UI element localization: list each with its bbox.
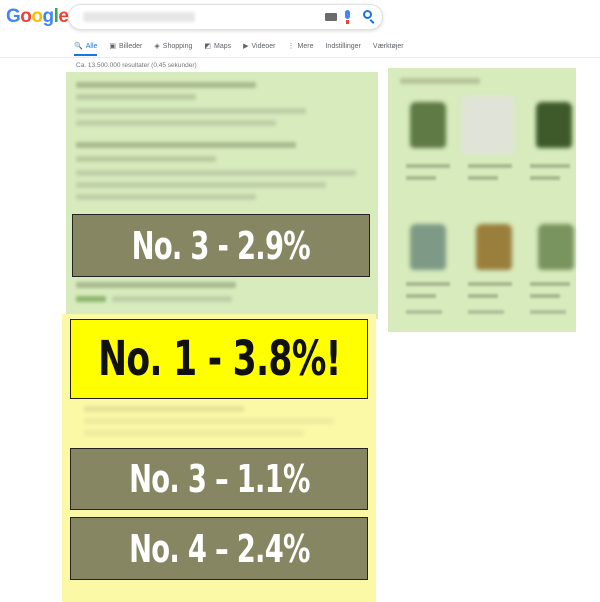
blurred-result-snippet <box>76 108 306 114</box>
blurred-result-snippet <box>76 194 256 200</box>
blurred-result-title[interactable] <box>76 82 256 88</box>
play-icon: ▶ <box>243 43 249 50</box>
heatmap-label-text: No. 4 – 2.4% <box>128 526 310 571</box>
blurred-result-snippet <box>76 182 326 188</box>
tab-label: Videoer <box>251 42 276 50</box>
product-image[interactable] <box>538 224 574 270</box>
blurred-panel-title <box>400 78 480 84</box>
heatmap-label-top-left: No. 3 - 2.9% <box>72 214 370 277</box>
google-logo[interactable]: Google <box>6 6 69 28</box>
product-image[interactable] <box>410 102 446 148</box>
logo-letter: G <box>6 6 21 27</box>
tab-shopping[interactable]: ◈ Shopping <box>154 38 192 54</box>
product-label <box>406 164 450 168</box>
search-input[interactable] <box>68 4 383 30</box>
product-image[interactable] <box>476 224 512 270</box>
product-label <box>530 164 570 168</box>
header-divider <box>0 57 600 58</box>
heatmap-organic-top <box>66 72 378 319</box>
heatmap-label-text: No. 3 – 1.1% <box>128 457 310 501</box>
product-image[interactable] <box>536 102 572 148</box>
tab-label: Shopping <box>162 42 193 50</box>
logo-letter: e <box>58 6 69 27</box>
blurred-query <box>83 12 195 22</box>
tab-label: Mere <box>297 42 314 50</box>
heatmap-label-top-ad: No. 1 - 3.8%! <box>70 319 368 399</box>
tab-maps[interactable]: ◩ Maps <box>204 38 231 54</box>
logo-letter: o <box>31 6 43 27</box>
blurred-result-snippet <box>76 170 356 176</box>
keyboard-icon[interactable] <box>325 13 337 21</box>
blurred-result-title[interactable] <box>84 406 244 412</box>
tag-icon: ◈ <box>154 43 160 50</box>
product-image[interactable] <box>462 96 514 154</box>
product-label <box>468 176 498 180</box>
tab-vaerktoejer[interactable]: Værktøjer <box>373 38 404 54</box>
product-label <box>406 294 436 298</box>
tab-videoer[interactable]: ▶ Videoer <box>243 38 275 54</box>
product-label <box>530 294 560 298</box>
blurred-result-url <box>76 296 106 302</box>
logo-letter: o <box>20 6 32 27</box>
product-label <box>406 176 436 180</box>
product-label <box>468 282 512 286</box>
product-label <box>406 310 442 314</box>
product-label <box>468 294 498 298</box>
heatmap-label-text: No. 1 - 3.8%! <box>97 331 341 387</box>
product-image[interactable] <box>410 224 446 270</box>
tab-indstillinger[interactable]: Indstillinger <box>325 38 360 54</box>
more-icon: ⋮ <box>287 43 295 50</box>
heatmap-label-bottom: No. 4 – 2.4% <box>70 517 368 580</box>
tab-billeder[interactable]: ▣ Billeder <box>109 38 142 54</box>
heatmap-shopping-panel <box>388 68 576 332</box>
tab-label: Indstillinger <box>325 42 361 50</box>
result-stats: Ca. 13.500.000 resultater (0,45 sekunder… <box>76 62 197 69</box>
blurred-result-snippet <box>84 430 304 436</box>
product-label <box>530 282 570 286</box>
product-label <box>530 310 566 314</box>
blurred-result-snippet <box>76 120 276 126</box>
product-label <box>406 282 450 286</box>
tab-label: Maps <box>214 42 232 50</box>
product-label <box>468 310 504 314</box>
blurred-result-title[interactable] <box>76 282 236 288</box>
search-tabs: 🔍 Alle ▣ Billeder ◈ Shopping ◩ Maps ▶ Videoer… <box>74 38 416 58</box>
tab-label: Alle <box>85 42 98 50</box>
search-icon: 🔍 <box>74 43 83 50</box>
tab-label: Værktøjer <box>372 42 404 50</box>
tab-alle[interactable]: 🔍 Alle <box>74 38 98 56</box>
logo-letter: g <box>42 6 55 27</box>
blurred-result-title[interactable] <box>76 142 296 148</box>
tab-label: Billeder <box>119 42 143 50</box>
heatmap-label-text: No. 3 - 2.9% <box>131 223 311 268</box>
blurred-result-snippet <box>84 418 334 424</box>
image-icon: ▣ <box>109 43 117 50</box>
product-label <box>530 176 560 180</box>
blurred-result-url <box>76 94 196 100</box>
tab-mere[interactable]: ⋮ Mere <box>288 38 314 54</box>
heatmap-label-middle: No. 3 – 1.1% <box>70 448 368 510</box>
blurred-result-snippet <box>76 156 216 162</box>
map-icon: ◩ <box>204 43 211 50</box>
mic-icon[interactable] <box>345 10 350 24</box>
product-label <box>468 164 512 168</box>
blurred-result-snippet <box>112 296 232 302</box>
search-icon[interactable] <box>363 10 372 19</box>
